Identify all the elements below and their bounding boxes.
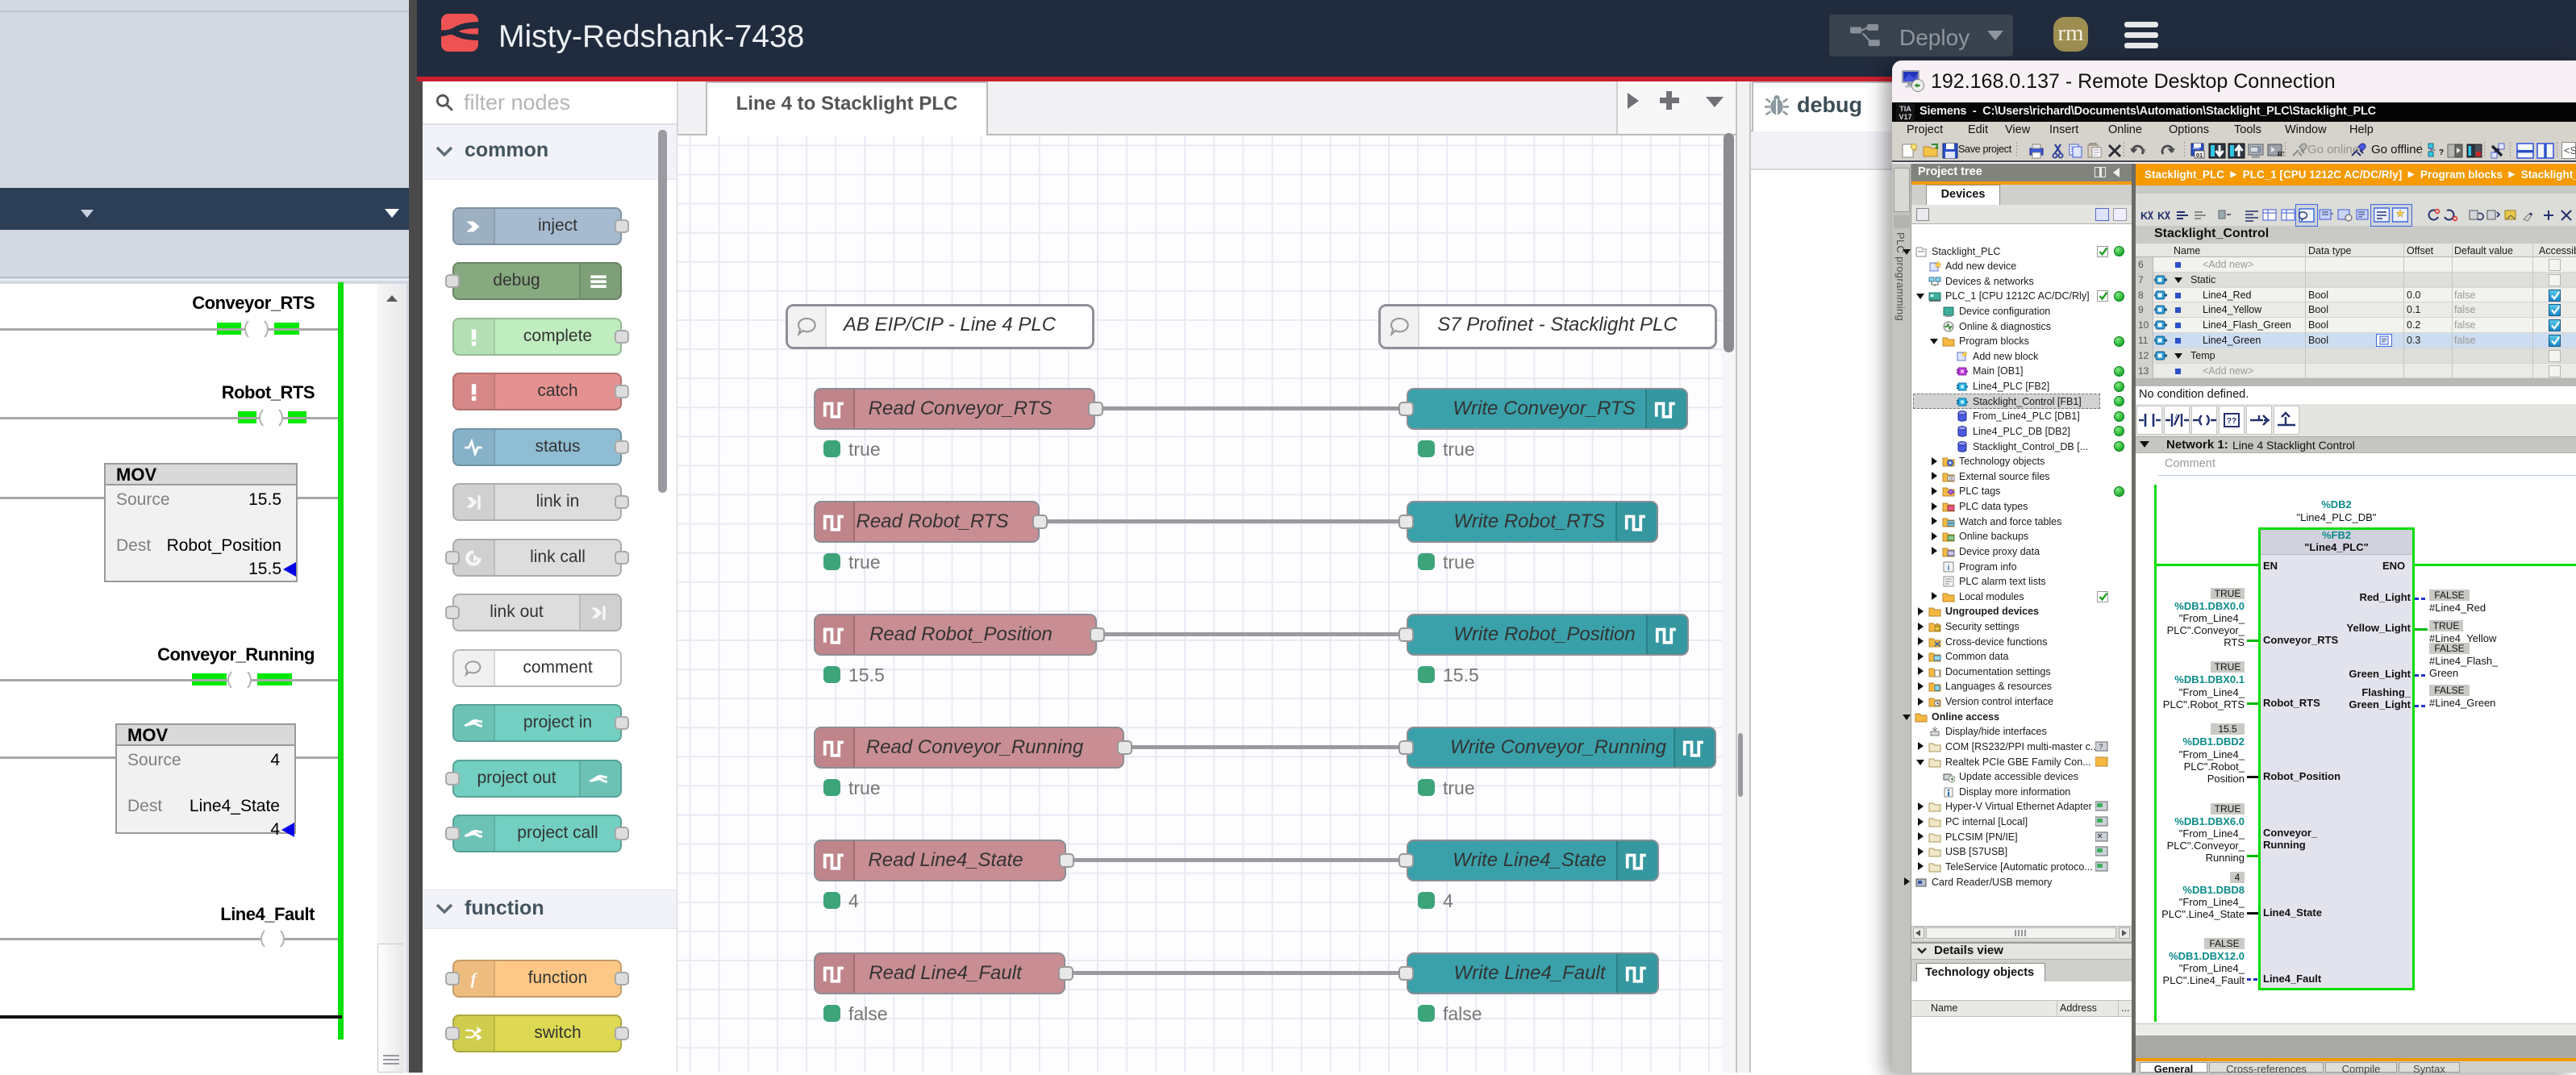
svg-text:RT: RT bbox=[2278, 151, 2284, 158]
svg-text:K: K bbox=[2140, 210, 2149, 222]
svg-text:f: f bbox=[471, 972, 478, 989]
svg-text:0I: 0I bbox=[1949, 477, 1953, 481]
svg-text:i: i bbox=[1948, 564, 1950, 572]
svg-text:?: ? bbox=[2439, 148, 2444, 157]
svg-text:??: ?? bbox=[2227, 417, 2236, 426]
svg-text:01: 01 bbox=[2196, 152, 2203, 159]
svg-text:K: K bbox=[2157, 210, 2165, 222]
